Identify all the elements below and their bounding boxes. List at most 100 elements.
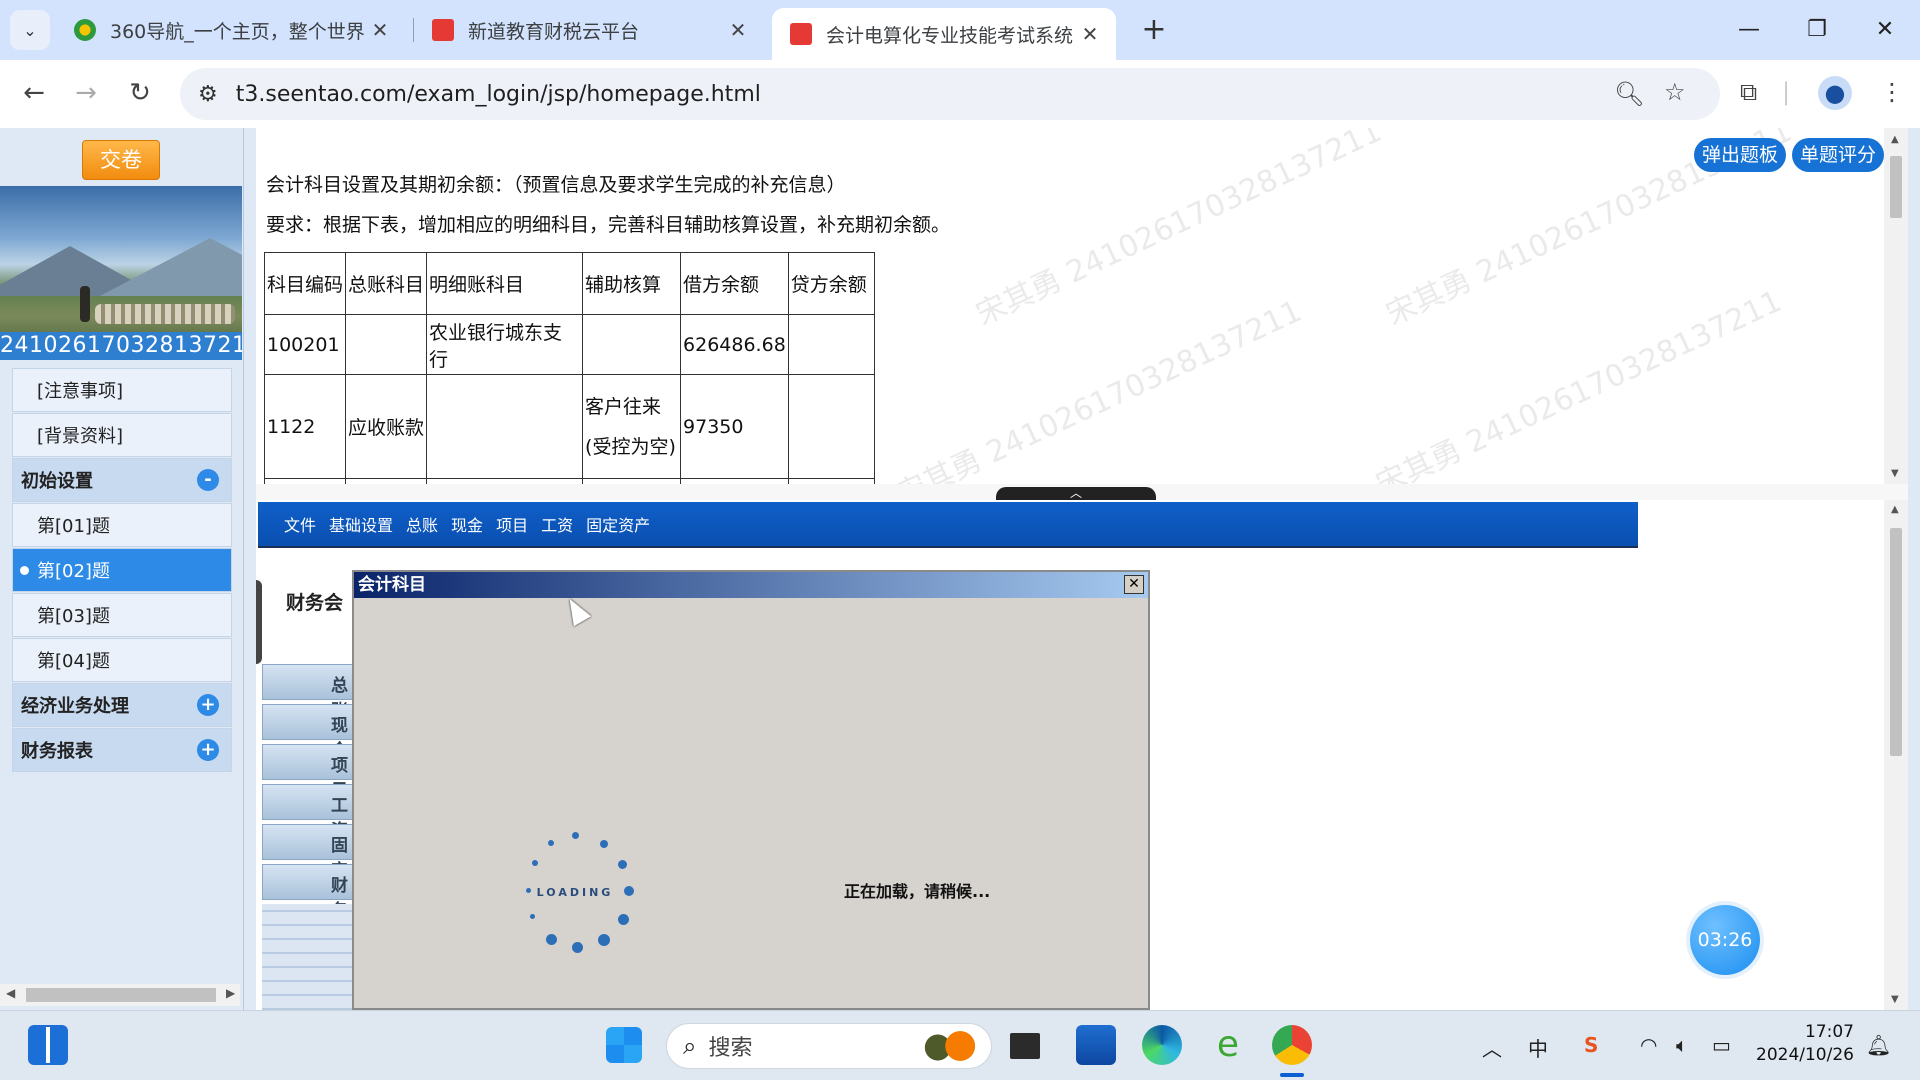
menu-section-business[interactable]: 经济业务处理 + (12, 683, 232, 727)
restore-button[interactable]: ❐ (1794, 12, 1840, 48)
scrollbar-thumb[interactable] (26, 988, 216, 1002)
menu-item-notes[interactable]: [注意事项] (12, 368, 232, 412)
account-table: 科目编码 总账科目 明细账科目 辅助核算 借方余额 贷方余额 100201 农业… (263, 252, 875, 484)
back-button[interactable]: ← (18, 78, 50, 108)
new-tab-button[interactable]: + (1136, 12, 1172, 47)
scroll-right-icon[interactable]: ▶ (226, 986, 235, 1000)
sogou-ime-icon[interactable]: S (1584, 1033, 1598, 1057)
scroll-down-icon[interactable]: ▼ (1891, 468, 1899, 479)
edge-browser-icon[interactable] (1142, 1025, 1182, 1065)
nav-finance[interactable]: 财务 (262, 864, 362, 921)
taskbar-search-box[interactable]: ⌕ 搜索 (666, 1023, 992, 1069)
show-hidden-icons-icon[interactable]: ︿ (1482, 1033, 1502, 1062)
menu-general-ledger[interactable]: 总账 (406, 512, 438, 536)
menu-item-q02[interactable]: 第[02]题 (12, 548, 232, 592)
menu-item-q04[interactable]: 第[04]题 (12, 638, 232, 682)
menu-fixed-assets[interactable]: 固定资产 (586, 512, 650, 536)
scrollbar-thumb[interactable] (1890, 156, 1902, 218)
question-vertical-scrollbar[interactable]: ▲ ▼ (1884, 128, 1908, 484)
horse-rider (80, 286, 90, 322)
splitter-handle-icon[interactable]: ︿ (996, 487, 1156, 501)
scroll-down-icon[interactable]: ▼ (1891, 994, 1899, 1005)
sidebar-horizontal-scrollbar[interactable]: ◀ ▶ (0, 984, 240, 1006)
menu-basic-settings[interactable]: 基础设置 (329, 512, 393, 536)
menu-section-reports[interactable]: 财务报表 + (12, 728, 232, 772)
menu-cash[interactable]: 现金 (451, 512, 483, 536)
tab-search-dropdown-button[interactable]: ⌄ (10, 10, 50, 50)
menu-file[interactable]: 文件 (284, 512, 316, 536)
close-tab-icon[interactable]: ✕ (726, 18, 750, 42)
tab-xindao[interactable]: 新道教育财税云平台 ✕ (414, 8, 764, 52)
ime-indicator[interactable]: 中 (1528, 1033, 1548, 1062)
minimize-button[interactable]: — (1726, 12, 1772, 48)
tab-exam-system[interactable]: 会计电算化专业技能考试系统 ✕ (772, 8, 1116, 60)
scroll-left-icon[interactable]: ◀ (6, 986, 15, 1000)
system-clock[interactable]: 17:07 2024/10/26 (1756, 1021, 1854, 1067)
loading-message: 正在加载，请稍候... (844, 882, 991, 901)
question-menu: [注意事项] [背景资料] 初始设置 - 第[01]题 第[02]题 第[03]题… (12, 368, 232, 773)
scroll-up-icon[interactable]: ▲ (1891, 504, 1899, 515)
zoom-icon[interactable]: 🔍︎ (1614, 80, 1644, 108)
volume-icon[interactable]: 🔈︎ (1676, 1033, 1688, 1057)
nav-general-ledger[interactable]: 总账 (262, 664, 362, 721)
menu-section-initial-setup[interactable]: 初始设置 - (12, 458, 232, 502)
microsoft-store-icon[interactable] (1076, 1025, 1116, 1065)
table-header: 辅助核算 (582, 252, 682, 315)
tab-360[interactable]: 360导航_一个主页，整个世界 ✕ (56, 8, 406, 52)
chrome-browser-icon[interactable] (1272, 1025, 1312, 1065)
table-cell: 客户往来(受控为空) (582, 374, 682, 479)
close-tab-icon[interactable]: ✕ (1078, 22, 1102, 46)
task-view-icon[interactable] (1010, 1033, 1040, 1059)
submit-exam-button[interactable]: 交卷 (82, 140, 160, 180)
expand-icon[interactable]: + (197, 694, 219, 716)
site-settings-icon[interactable]: ⚙ (198, 82, 218, 107)
countdown-timer[interactable]: 03:26 (1690, 905, 1760, 975)
extensions-icon[interactable]: ⧉ (1740, 78, 1757, 106)
ie-browser-icon[interactable]: e (1208, 1025, 1248, 1065)
forward-button[interactable]: → (70, 78, 102, 108)
close-window-button[interactable]: ✕ (1862, 12, 1908, 48)
widgets-icon[interactable] (28, 1025, 68, 1065)
reload-button[interactable]: ↻ (124, 78, 156, 108)
sheep-herd (95, 304, 235, 324)
menu-item-q03[interactable]: 第[03]题 (12, 593, 232, 637)
watermark: 宋其勇 24102617032813721​1 (970, 128, 1388, 333)
menu-item-q01[interactable]: 第[01]题 (12, 503, 232, 547)
expand-icon[interactable]: + (197, 739, 219, 761)
address-bar[interactable]: ⚙ t3.seentao.com/exam_login/jsp/homepage… (180, 68, 1720, 120)
table-row: 100201 农业银行城东支行 626486.68 (263, 314, 875, 375)
software-vertical-scrollbar[interactable]: ▲ ▼ (1884, 500, 1908, 1010)
windows-start-icon[interactable] (606, 1027, 642, 1063)
menu-payroll[interactable]: 工资 (541, 512, 573, 536)
bookmark-star-icon[interactable]: ☆ (1664, 78, 1686, 106)
menu-project[interactable]: 项目 (496, 512, 528, 536)
scroll-up-icon[interactable]: ▲ (1891, 134, 1899, 145)
spinner-dot (530, 914, 535, 919)
table-header-row: 科目编码 总账科目 明细账科目 辅助核算 借方余额 贷方余额 (263, 252, 875, 315)
panel-title: 财务会 (286, 592, 344, 614)
menu-item-background[interactable]: [背景资料] (12, 413, 232, 457)
notification-bell-icon[interactable]: 🔔︎ (1866, 1033, 1891, 1057)
wifi-icon[interactable]: ◠ (1640, 1033, 1657, 1057)
student-id: 24102617032813721​1 (0, 332, 242, 360)
scrollbar-thumb[interactable] (1890, 528, 1902, 756)
menu-kebab-icon[interactable]: ⋮ (1880, 78, 1904, 106)
nav-fixed-assets[interactable]: 固定 (262, 824, 362, 881)
search-icon: ⌕ (683, 1032, 697, 1060)
side-collapse-handle[interactable] (256, 580, 262, 664)
popup-board-button[interactable]: 弹出题板 (1694, 138, 1787, 172)
nav-payroll[interactable]: 工资 (262, 784, 362, 841)
battery-icon[interactable]: ▭ (1712, 1033, 1731, 1057)
dialog-close-button[interactable]: ✕ (1124, 575, 1144, 594)
menu-item-label: 第[04]题 (37, 651, 110, 672)
pane-splitter[interactable]: ︿ (256, 484, 1908, 501)
profile-avatar-icon[interactable]: ● (1818, 76, 1852, 110)
360-logo-icon (74, 19, 96, 41)
collapse-icon[interactable]: - (197, 469, 219, 491)
nav-cash[interactable]: 现金 (262, 704, 362, 761)
table-cell: 应收账款 (345, 374, 428, 479)
close-tab-icon[interactable]: ✕ (368, 18, 392, 42)
score-question-button[interactable]: 单题评分 (1792, 138, 1885, 172)
nav-project[interactable]: 项目 (262, 744, 362, 801)
table-cell: 97350 (680, 374, 789, 479)
